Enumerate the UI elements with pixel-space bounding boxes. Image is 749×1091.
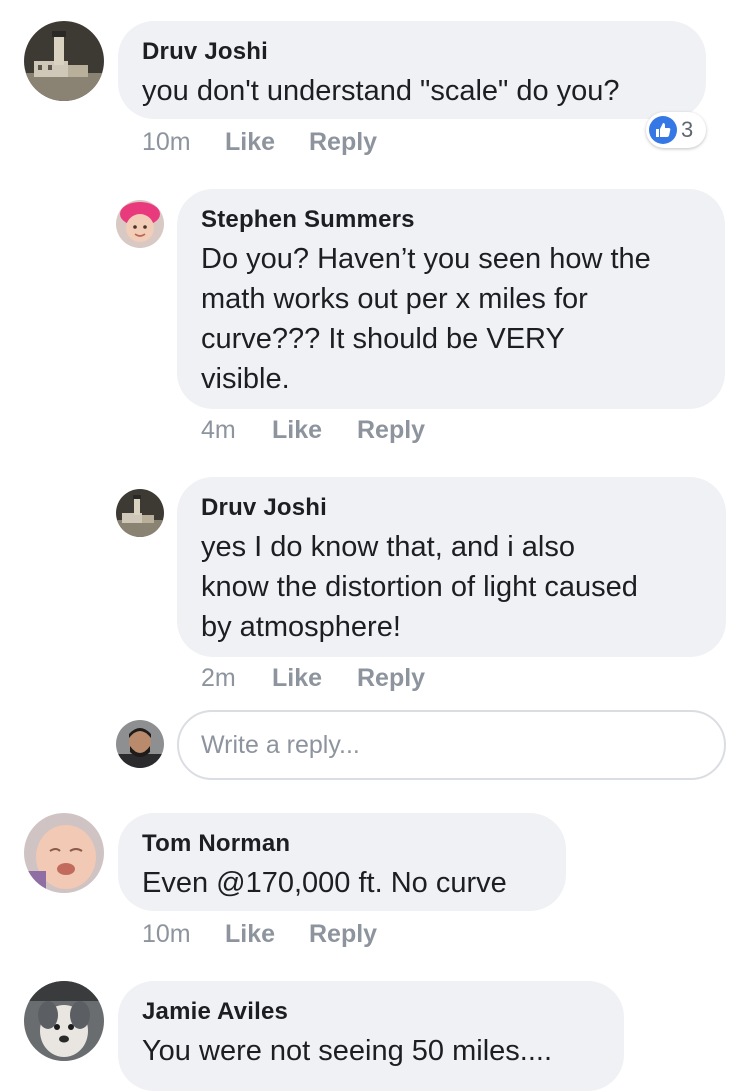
- comment-text: you don't understand "scale" do you?: [142, 75, 620, 107]
- comment-timestamp[interactable]: 2m: [201, 664, 236, 693]
- like-button[interactable]: Like: [272, 416, 322, 445]
- comment-bubble: Jamie Aviles You were not seeing 50 mile…: [118, 981, 624, 1091]
- comment-actions: 2m Like Reply: [201, 664, 501, 694]
- comment-author[interactable]: Tom Norman: [142, 830, 290, 858]
- comment-actions: 10m Like Reply: [142, 128, 442, 158]
- comment-author[interactable]: Stephen Summers: [201, 206, 415, 234]
- reply-button[interactable]: Reply: [309, 920, 377, 949]
- profile-photo-lighthouse-model: [116, 489, 164, 537]
- reply-input-box[interactable]: [177, 710, 726, 780]
- avatar[interactable]: [24, 981, 104, 1061]
- comment-bubble: Tom Norman Even @170,000 ft. No curve: [118, 813, 566, 911]
- like-button[interactable]: Like: [225, 128, 275, 157]
- comment-author[interactable]: Jamie Aviles: [142, 998, 288, 1026]
- comment-text-line: visible.: [201, 363, 290, 395]
- like-button[interactable]: Like: [272, 664, 322, 693]
- reply-input[interactable]: [201, 712, 701, 778]
- comment-text-line: know the distortion of light caused: [201, 571, 638, 603]
- comment-timestamp[interactable]: 10m: [142, 128, 191, 157]
- avatar[interactable]: [24, 21, 104, 101]
- comment-bubble: Stephen Summers Do you? Haven’t you seen…: [177, 189, 725, 409]
- comment-bubble: Druv Joshi yes I do know that, and i als…: [177, 477, 726, 657]
- comment-text-line: math works out per x miles for: [201, 283, 588, 315]
- comment-text: Even @170,000 ft. No curve: [142, 867, 507, 899]
- reply-button[interactable]: Reply: [357, 664, 425, 693]
- reply-button[interactable]: Reply: [309, 128, 377, 157]
- comment-timestamp[interactable]: 4m: [201, 416, 236, 445]
- comment-text: You were not seeing 50 miles....: [142, 1035, 553, 1067]
- avatar[interactable]: [24, 813, 104, 893]
- profile-photo-child: [116, 200, 164, 248]
- comment-text-line: curve??? It should be VERY: [201, 323, 565, 355]
- reaction-badge[interactable]: 3: [646, 112, 706, 148]
- comment-author[interactable]: Druv Joshi: [201, 494, 327, 522]
- comment-actions: 4m Like Reply: [201, 416, 501, 446]
- reaction-count: 3: [681, 117, 694, 142]
- avatar: [116, 720, 164, 768]
- profile-photo-lighthouse-model: [24, 21, 104, 101]
- avatar[interactable]: [116, 200, 164, 248]
- comment-author[interactable]: Druv Joshi: [142, 38, 268, 66]
- comment-bubble: Druv Joshi you don't understand "scale" …: [118, 21, 706, 119]
- profile-photo-baby: [24, 813, 104, 893]
- comment-actions: 10m Like Reply: [142, 920, 442, 950]
- comment-text-line: yes I do know that, and i also: [201, 531, 575, 563]
- like-button[interactable]: Like: [225, 920, 275, 949]
- profile-photo-user: [116, 720, 164, 768]
- comment-text-line: Do you? Haven’t you seen how the: [201, 243, 651, 275]
- comment-timestamp[interactable]: 10m: [142, 920, 191, 949]
- reply-button[interactable]: Reply: [357, 416, 425, 445]
- profile-photo-dog: [24, 981, 104, 1061]
- avatar[interactable]: [116, 489, 164, 537]
- comment-text-line: by atmosphere!: [201, 611, 401, 643]
- thumbs-up-icon: [649, 116, 677, 144]
